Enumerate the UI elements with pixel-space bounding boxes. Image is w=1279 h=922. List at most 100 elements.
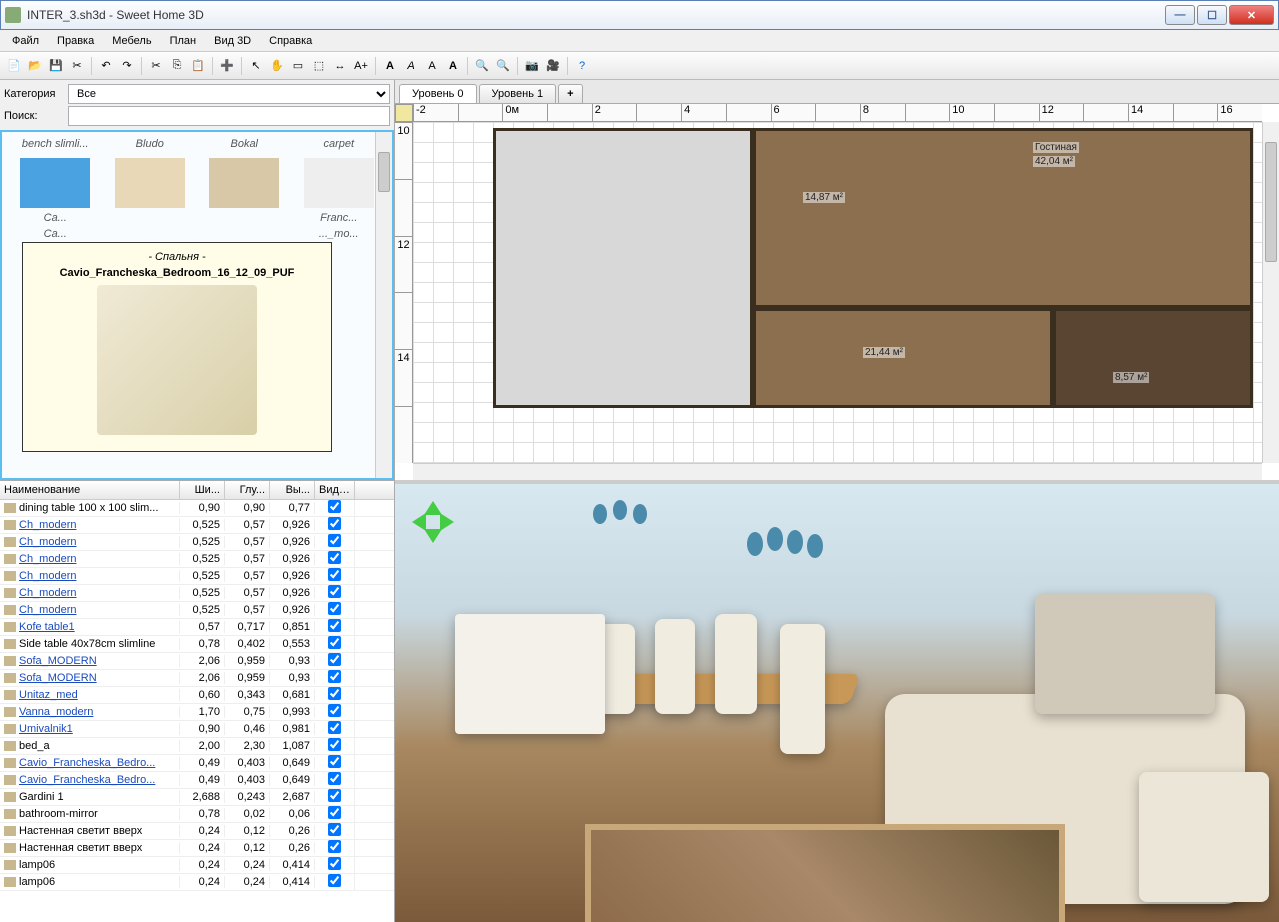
visibility-checkbox[interactable]	[328, 653, 341, 666]
text-large-icon[interactable]: A	[443, 56, 463, 76]
tab-add[interactable]: +	[558, 84, 582, 103]
table-row[interactable]: Cavio_Francheska_Bedro...0,490,4030,649	[0, 755, 394, 772]
select-icon[interactable]: ↖	[246, 56, 266, 76]
plan-scrollbar-h[interactable]	[413, 463, 1262, 480]
text-small-icon[interactable]: A	[422, 56, 442, 76]
table-row[interactable]: Side table 40x78cm slimline0,780,4020,55…	[0, 636, 394, 653]
visibility-checkbox[interactable]	[328, 687, 341, 700]
view-3d[interactable]	[395, 484, 1279, 922]
visibility-checkbox[interactable]	[328, 840, 341, 853]
menu-3d[interactable]: Вид 3D	[206, 33, 259, 49]
table-row[interactable]: bathroom-mirror0,780,020,06	[0, 806, 394, 823]
search-input[interactable]	[68, 106, 390, 126]
zoom-in-icon[interactable]: 🔍	[472, 56, 492, 76]
visibility-checkbox[interactable]	[328, 602, 341, 615]
menu-edit[interactable]: Правка	[49, 33, 102, 49]
cut-icon[interactable]: ✂	[146, 56, 166, 76]
table-row[interactable]: Vanna_modern1,700,750,993	[0, 704, 394, 721]
nav-left-icon[interactable]	[403, 513, 426, 531]
furniture-table[interactable]: Наименование Ши... Глу... Вы... Види... …	[0, 480, 394, 922]
table-row[interactable]: dining table 100 x 100 slim...0,900,900,…	[0, 500, 394, 517]
table-row[interactable]: Gardini 12,6880,2432,687	[0, 789, 394, 806]
paste-icon[interactable]: 📋	[188, 56, 208, 76]
catalog-item[interactable]	[106, 154, 194, 224]
visibility-checkbox[interactable]	[328, 534, 341, 547]
nav-down-icon[interactable]	[424, 529, 442, 552]
table-row[interactable]: Ch_modern0,5250,570,926	[0, 602, 394, 619]
prefs-icon[interactable]: ✂	[67, 56, 87, 76]
table-header[interactable]: Наименование Ши... Глу... Вы... Види...	[0, 481, 394, 500]
undo-icon[interactable]: ↶	[96, 56, 116, 76]
room-icon[interactable]: ⬚	[309, 56, 329, 76]
add-furniture-icon[interactable]: ➕	[217, 56, 237, 76]
table-row[interactable]: Sofa_MODERN2,060,9590,93	[0, 653, 394, 670]
table-row[interactable]: Ch_modern0,5250,570,926	[0, 534, 394, 551]
open-icon[interactable]: 📂	[25, 56, 45, 76]
visibility-checkbox[interactable]	[328, 500, 341, 513]
photo-icon[interactable]: 📷	[522, 56, 542, 76]
visibility-checkbox[interactable]	[328, 704, 341, 717]
table-row[interactable]: Umivalnik10,900,460,981	[0, 721, 394, 738]
table-row[interactable]: Ch_modern0,5250,570,926	[0, 517, 394, 534]
dimension-icon[interactable]: ↔	[330, 56, 350, 76]
visibility-checkbox[interactable]	[328, 823, 341, 836]
ruler-corner-icon[interactable]	[395, 104, 413, 122]
menu-furniture[interactable]: Мебель	[104, 33, 159, 49]
zoom-out-icon[interactable]: 🔍	[493, 56, 513, 76]
table-row[interactable]: Настенная светит вверх0,240,120,26	[0, 840, 394, 857]
nav-compass[interactable]	[403, 492, 463, 552]
visibility-checkbox[interactable]	[328, 738, 341, 751]
category-select[interactable]: Все	[68, 84, 390, 104]
visibility-checkbox[interactable]	[328, 517, 341, 530]
table-row[interactable]: bed_a2,002,301,087	[0, 738, 394, 755]
save-icon[interactable]: 💾	[46, 56, 66, 76]
table-row[interactable]: Sofa_MODERN2,060,9590,93	[0, 670, 394, 687]
wall-icon[interactable]: ▭	[288, 56, 308, 76]
plan-scrollbar-v[interactable]	[1262, 122, 1279, 463]
visibility-checkbox[interactable]	[328, 789, 341, 802]
nav-right-icon[interactable]	[440, 513, 463, 531]
video-icon[interactable]: 🎥	[543, 56, 563, 76]
catalog-item[interactable]: Ca...	[11, 154, 99, 224]
visibility-checkbox[interactable]	[328, 670, 341, 683]
table-row[interactable]: Kofe table10,570,7170,851	[0, 619, 394, 636]
visibility-checkbox[interactable]	[328, 619, 341, 632]
table-row[interactable]: lamp060,240,240,414	[0, 874, 394, 891]
text-bold-icon[interactable]: A	[380, 56, 400, 76]
nav-up-icon[interactable]	[424, 492, 442, 515]
visibility-checkbox[interactable]	[328, 568, 341, 581]
visibility-checkbox[interactable]	[328, 874, 341, 887]
table-row[interactable]: lamp060,240,240,414	[0, 857, 394, 874]
copy-icon[interactable]: ⎘	[167, 56, 187, 76]
table-row[interactable]: Ch_modern0,5250,570,926	[0, 551, 394, 568]
tab-level-1[interactable]: Уровень 1	[479, 84, 557, 103]
visibility-checkbox[interactable]	[328, 806, 341, 819]
table-row[interactable]: Ch_modern0,5250,570,926	[0, 585, 394, 602]
minimize-button[interactable]: —	[1165, 5, 1195, 25]
redo-icon[interactable]: ↷	[117, 56, 137, 76]
plan-canvas[interactable]: 14,87 м² Гостиная 42,04 м² 21,44 м² 8,57…	[413, 122, 1262, 463]
visibility-checkbox[interactable]	[328, 585, 341, 598]
table-row[interactable]: Cavio_Francheska_Bedro...0,490,4030,649	[0, 772, 394, 789]
plan-view[interactable]: -20м246810121416 101214 14,87 м² Гостина…	[395, 104, 1279, 484]
menu-file[interactable]: Файл	[4, 33, 47, 49]
table-row[interactable]: Настенная светит вверх0,240,120,26	[0, 823, 394, 840]
catalog-item[interactable]	[200, 154, 288, 224]
visibility-checkbox[interactable]	[328, 772, 341, 785]
catalog-item[interactable]: Franc...	[295, 154, 383, 224]
visibility-checkbox[interactable]	[328, 755, 341, 768]
furniture-catalog[interactable]: bench slimli... Bludo Bokal carpet Ca...…	[0, 130, 394, 480]
text-italic-icon[interactable]: A	[401, 56, 421, 76]
visibility-checkbox[interactable]	[328, 721, 341, 734]
table-row[interactable]: Ch_modern0,5250,570,926	[0, 568, 394, 585]
menu-plan[interactable]: План	[162, 33, 205, 49]
menu-help[interactable]: Справка	[261, 33, 320, 49]
tab-level-0[interactable]: Уровень 0	[399, 84, 477, 103]
visibility-checkbox[interactable]	[328, 551, 341, 564]
close-button[interactable]: ✕	[1229, 5, 1274, 25]
pan-icon[interactable]: ✋	[267, 56, 287, 76]
visibility-checkbox[interactable]	[328, 857, 341, 870]
maximize-button[interactable]: ☐	[1197, 5, 1227, 25]
table-row[interactable]: Unitaz_med0,600,3430,681	[0, 687, 394, 704]
text-icon[interactable]: A+	[351, 56, 371, 76]
